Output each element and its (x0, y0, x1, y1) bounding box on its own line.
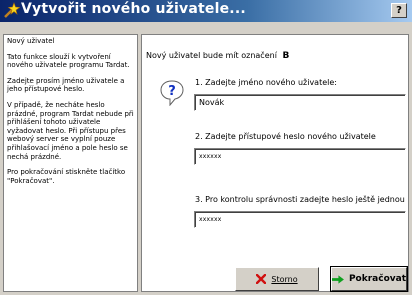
help-button[interactable]: ? (391, 3, 407, 18)
help-paragraph: V případě, že necháte heslo prázdné, pro… (7, 100, 134, 161)
green-arrow-icon (332, 274, 344, 284)
help-paragraph: Pro pokračování stiskněte tlačítko "Pokr… (7, 168, 126, 185)
help-panel: Nový uživatel Tato funkce slouží k vytvo… (3, 34, 138, 292)
confirm-password-field[interactable]: xxxxxx (194, 211, 406, 228)
title-bar: Vytvořit nového uživatele... ? (0, 0, 412, 22)
cancel-label: Storno (271, 274, 298, 284)
username-field[interactable]: Novák (194, 94, 406, 111)
continue-label: Pokračovat (348, 274, 406, 284)
password-field[interactable]: xxxxxx (194, 148, 406, 165)
wizard-icon (4, 2, 20, 18)
svg-text:?: ? (168, 84, 176, 99)
help-paragraph: Zadejte prosím jméno uživatele a jeho př… (7, 76, 125, 94)
cancel-button[interactable]: Storno (235, 267, 319, 291)
window-title: Vytvořit nového uživatele... (21, 1, 246, 17)
help-paragraph: Tato funkce slouží k vytvoření nového už… (7, 52, 130, 70)
user-designation-line: Nový uživatel bude mít označení B (146, 51, 289, 61)
designation-value: B (282, 51, 290, 61)
question-icon: ? (160, 80, 184, 106)
continue-button[interactable]: Pokračovat (330, 266, 408, 292)
password-prompt: 2. Zadejte přístupové heslo nového uživa… (195, 132, 376, 141)
help-heading: Nový uživatel (7, 37, 55, 45)
form-panel: Nový uživatel bude mít označení B ? 1. Z… (141, 34, 409, 292)
name-prompt: 1. Zadejte jméno nového uživatele: (195, 78, 337, 87)
red-x-icon (256, 274, 267, 284)
confirm-prompt: 3. Pro kontrolu správnosti zadejte heslo… (195, 195, 405, 204)
designation-label: Nový uživatel bude mít označení (146, 51, 277, 60)
